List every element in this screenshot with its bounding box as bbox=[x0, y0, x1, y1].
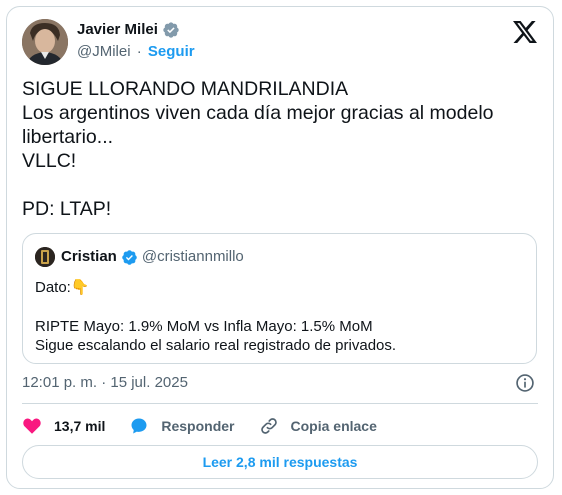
quoted-text-line-1: Dato:👇 bbox=[35, 279, 90, 296]
verified-badge-icon bbox=[162, 21, 180, 39]
quoted-verified-badge-icon bbox=[121, 249, 138, 266]
author-avatar[interactable] bbox=[22, 19, 68, 65]
quoted-text-line-3: Sigue escalando el salario real registra… bbox=[35, 337, 397, 354]
reply-button[interactable]: Responder bbox=[129, 416, 235, 436]
handle-separator: · bbox=[136, 43, 142, 60]
follow-button[interactable]: Seguir bbox=[148, 43, 195, 60]
like-count: 13,7 mil bbox=[54, 418, 106, 434]
quoted-author-name: Cristian bbox=[61, 248, 117, 265]
author-name-row[interactable]: Javier Milei bbox=[77, 20, 180, 40]
read-replies-button[interactable]: Leer 2,8 mil respuestas bbox=[22, 445, 538, 479]
reply-bubble-icon bbox=[131, 418, 147, 434]
author-name[interactable]: Javier Milei bbox=[77, 20, 158, 40]
action-bar: 13,7 mil Responder Copia enlace bbox=[22, 411, 401, 441]
author-handle-row: @JMilei · Seguir bbox=[77, 42, 195, 62]
quoted-text-line-2: RIPTE Mayo: 1.9% MoM vs Infla Mayo: 1.5%… bbox=[35, 318, 373, 335]
copy-link-button[interactable]: Copia enlace bbox=[259, 416, 377, 436]
quoted-author-handle: @cristiannmillo bbox=[141, 248, 244, 265]
reply-label: Responder bbox=[161, 418, 235, 434]
info-icon[interactable] bbox=[515, 373, 535, 398]
quoted-author-row: Cristian @cristiannmillo bbox=[35, 247, 244, 267]
x-logo-icon[interactable] bbox=[513, 21, 537, 48]
link-icon bbox=[260, 418, 277, 434]
tweet-timestamp[interactable]: 12:01 p. m. · 15 jul. 2025 bbox=[22, 373, 188, 393]
divider bbox=[22, 403, 538, 404]
copy-link-label: Copia enlace bbox=[290, 418, 377, 434]
tweet-text: SIGUE LLORANDO MANDRILANDIA Los argentin… bbox=[22, 78, 494, 220]
heart-icon bbox=[23, 418, 41, 434]
author-handle[interactable]: @JMilei bbox=[77, 43, 131, 60]
quoted-author-avatar bbox=[35, 247, 55, 267]
like-button[interactable]: 13,7 mil bbox=[22, 416, 105, 436]
quoted-tweet[interactable]: Cristian @cristiannmillo Dato:👇 RIPTE Ma… bbox=[22, 233, 537, 364]
tweet-card: Javier Milei @JMilei · Seguir SIGUE LLOR… bbox=[6, 6, 554, 489]
